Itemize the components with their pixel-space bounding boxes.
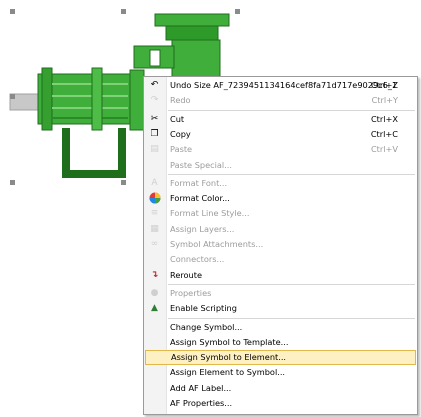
line-style-icon: ≡ (150, 208, 159, 219)
menu-item-paste-special[interactable]: Paste Special... (145, 158, 416, 173)
menu-item-symbol-attachments[interactable]: ∞ Symbol Attachments... (145, 237, 416, 252)
color-wheel-icon (148, 192, 161, 205)
scripting-icon: ▲ (151, 303, 158, 314)
menu-item-properties[interactable]: ● Properties (145, 286, 416, 301)
paste-icon: ▤ (150, 144, 159, 155)
layers-icon: ▦ (150, 223, 159, 234)
menu-item-assign-symbol-to-template[interactable]: Assign Symbol to Template... (145, 335, 416, 350)
menu-separator (168, 109, 415, 111)
menu-item-redo[interactable]: ↷ Redo Ctrl+Y (145, 93, 416, 108)
pump-base (62, 128, 126, 178)
copy-icon: ❐ (150, 128, 159, 139)
menu-item-format-color[interactable]: Format Color... (145, 191, 416, 206)
menu-item-change-symbol[interactable]: Change Symbol... (145, 320, 416, 335)
menu-item-add-af-label[interactable]: Add AF Label... (145, 381, 416, 396)
menu-item-assign-symbol-to-element[interactable]: Assign Symbol to Element... (145, 350, 416, 366)
menu-item-copy[interactable]: ❐ Copy Ctrl+C (145, 127, 416, 142)
reroute-icon: ↴ (150, 269, 159, 280)
selection-handle[interactable] (121, 180, 126, 185)
selection-handle[interactable] (10, 180, 15, 185)
menu-item-cut[interactable]: ✂ Cut Ctrl+X (145, 112, 416, 127)
selection-handle[interactable] (235, 9, 240, 14)
pump-head[interactable] (133, 13, 230, 81)
undo-icon: ↶ (150, 80, 159, 90)
selection-handle[interactable] (10, 94, 15, 99)
context-menu: ↶ Undo Size AF_7239451134164cef8fa71d717… (143, 76, 418, 415)
redo-icon: ↷ (150, 95, 159, 106)
menu-item-undo[interactable]: ↶ Undo Size AF_7239451134164cef8fa71d717… (145, 78, 416, 93)
menu-item-assign-layers[interactable]: ▦ Assign Layers... (145, 222, 416, 237)
menu-separator (168, 173, 415, 175)
menu-item-paste[interactable]: ▤ Paste Ctrl+V (145, 142, 416, 157)
menu-separator (168, 317, 415, 319)
menu-item-format-line-style[interactable]: ≡ Format Line Style... (145, 206, 416, 221)
selection-handle[interactable] (10, 9, 15, 14)
selection-handle[interactable] (121, 9, 126, 14)
properties-icon: ● (150, 287, 159, 298)
menu-item-reroute[interactable]: ↴ Reroute (145, 268, 416, 283)
menu-item-assign-element-to-symbol[interactable]: Assign Element to Symbol... (145, 365, 416, 380)
pump-motor[interactable] (37, 67, 131, 131)
attachment-icon: ∞ (150, 239, 159, 249)
cut-icon: ✂ (150, 113, 159, 124)
pump-coupling (129, 69, 145, 131)
menu-item-enable-scripting[interactable]: ▲ Enable Scripting (145, 301, 416, 316)
menu-separator (168, 283, 415, 285)
menu-item-format-font[interactable]: A Format Font... (145, 176, 416, 191)
menu-item-connectors[interactable]: Connectors... (145, 252, 416, 267)
menu-item-af-properties[interactable]: AF Properties... (145, 396, 416, 411)
font-icon: A (151, 177, 158, 188)
